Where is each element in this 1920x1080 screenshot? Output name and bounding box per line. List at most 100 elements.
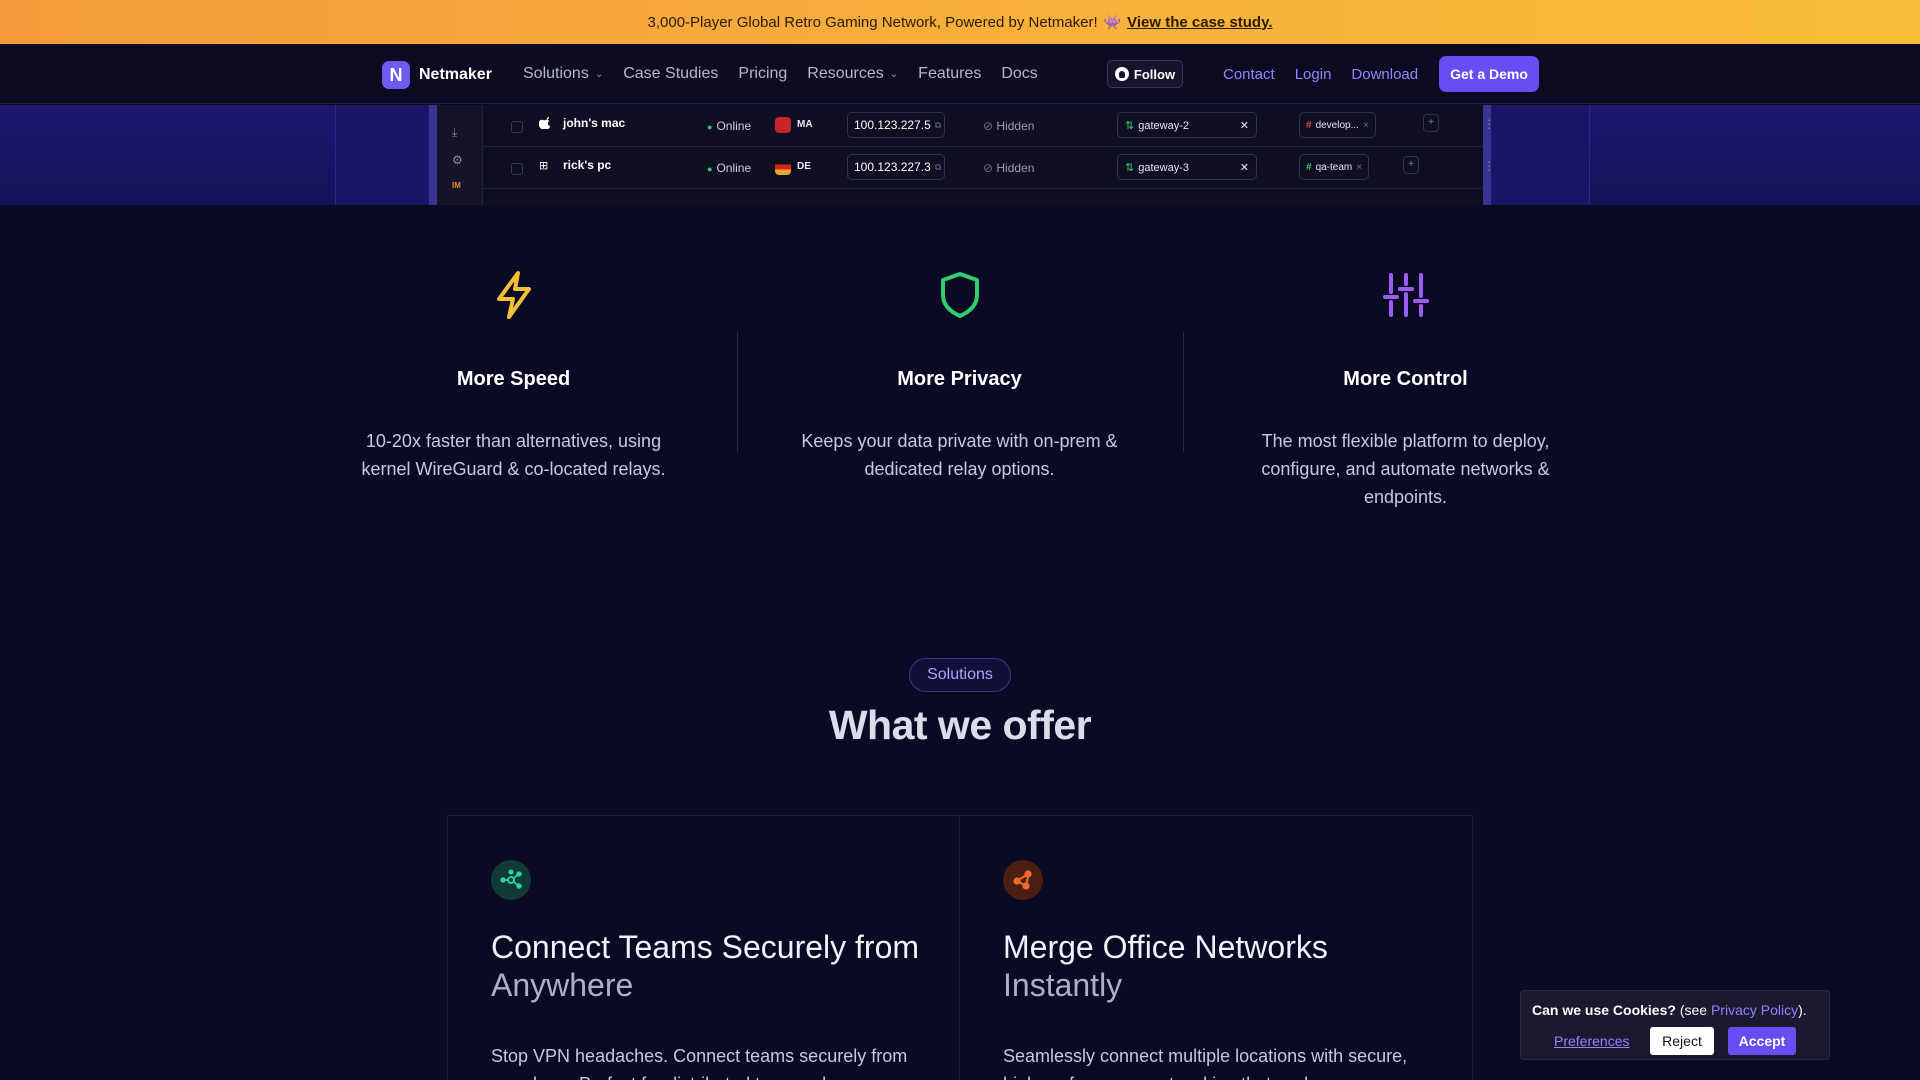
privacy-policy-link[interactable]: Privacy Policy (1711, 1002, 1798, 1018)
country-code: DE (797, 161, 811, 172)
feature-description: 10-20x faster than alternatives, using k… (361, 431, 666, 479)
row-checkbox[interactable] (511, 121, 523, 133)
add-tag-button[interactable]: + (1423, 114, 1439, 132)
apple-icon (538, 117, 551, 132)
arrows-icon: ⇅ (1125, 119, 1135, 132)
preview-sidebar: ⤓ ⚙ IM (437, 105, 483, 205)
gateway-select[interactable]: ⇅ gateway-3 ✕ (1117, 154, 1257, 180)
solution-title-muted: Anywhere (491, 967, 634, 1003)
tag-chip[interactable]: # qa-team × (1299, 154, 1370, 180)
chevron-down-icon: ⌄ (594, 68, 604, 80)
nav-pricing[interactable]: Pricing (738, 65, 787, 83)
sliders-icon (1183, 270, 1628, 330)
ip-text: 100.123.227.3 (854, 160, 931, 174)
ip-address[interactable]: 100.123.227.3 ⧉ (847, 154, 945, 180)
nav-case-studies[interactable]: Case Studies (623, 65, 718, 83)
solution-description: Stop VPN headaches. Connect teams secure… (491, 1046, 908, 1080)
gear-icon: ⚙ (452, 153, 463, 167)
solutions-cards: Connect Teams Securely from Anywhere Sto… (447, 815, 1473, 1080)
solutions-pill: Solutions (909, 658, 1011, 692)
cookie-preferences-link[interactable]: Preferences (1554, 1033, 1629, 1049)
solution-description: Seamlessly connect multiple locations wi… (1003, 1046, 1408, 1080)
close-icon[interactable]: ✕ (1240, 119, 1249, 132)
download-link[interactable]: Download (1351, 66, 1418, 83)
table-row: john's mac Online MA 100.123.227.5 ⧉ Hidd… (483, 105, 1495, 147)
close-icon[interactable]: × (1363, 120, 1369, 131)
top-nav: N Netmaker Solutions ⌄ Case Studies Pric… (0, 44, 1920, 104)
feature-privacy: More Privacy Keeps your data private wit… (737, 270, 1182, 483)
announcement-banner: 3,000-Player Global Retro Gaming Network… (0, 0, 1920, 44)
get-demo-button[interactable]: Get a Demo (1439, 56, 1539, 92)
cookie-close-paren: ). (1798, 1002, 1807, 1018)
cookie-question: Can we use Cookies? (see Privacy Policy)… (1532, 1002, 1807, 1018)
flag-icon (775, 159, 791, 175)
space-invader-emoji: 👾 (1103, 13, 1122, 30)
nav-docs-label: Docs (1001, 65, 1038, 82)
copy-icon[interactable]: ⧉ (935, 162, 941, 173)
login-link[interactable]: Login (1295, 66, 1332, 83)
nav-solutions[interactable]: Solutions ⌄ (523, 65, 603, 83)
github-follow-button[interactable]: Follow (1107, 60, 1183, 88)
nav-pricing-label: Pricing (738, 65, 788, 82)
solution-title: Connect Teams Securely from Anywhere (491, 928, 931, 1004)
country-code: MA (797, 119, 813, 130)
nav-resources[interactable]: Resources ⌄ (807, 65, 898, 83)
lightning-icon (291, 270, 736, 330)
github-icon (1114, 67, 1129, 81)
cookie-question-text: Can we use Cookies? (1532, 1002, 1676, 1018)
feature-description: Keeps your data private with on-prem & d… (801, 431, 1118, 479)
ip-text: 100.123.227.5 (854, 118, 931, 132)
more-options-icon[interactable]: ⋮ (1483, 159, 1495, 173)
flag-icon (775, 117, 791, 133)
device-status: Online (707, 119, 751, 133)
share-nodes-icon (1003, 860, 1043, 900)
cookie-banner: Can we use Cookies? (see Privacy Policy)… (1520, 990, 1830, 1060)
close-icon[interactable]: ✕ (1240, 161, 1249, 174)
solution-title-main: Merge Office Networks (1003, 929, 1328, 965)
solution-card-offices[interactable]: Merge Office Networks Instantly Seamless… (960, 816, 1472, 1080)
dashboard-preview: ⤓ ⚙ IM john's mac Online MA 100.123.227.… (429, 105, 1495, 205)
windows-icon: ⊞ (539, 160, 549, 172)
feature-title: More Privacy (897, 368, 1022, 390)
section-title: What we offer (828, 702, 1092, 748)
nav-features[interactable]: Features (918, 65, 981, 83)
nav-case-studies-label: Case Studies (623, 65, 719, 82)
main-menu: Solutions ⌄ Case Studies Pricing Resourc… (523, 44, 1038, 104)
badge-icon: IM (452, 181, 461, 190)
contact-link[interactable]: Contact (1223, 66, 1275, 83)
more-options-icon[interactable]: ⋮ (1483, 117, 1495, 131)
row-checkbox[interactable] (511, 163, 523, 175)
chevron-down-icon: ⌄ (889, 68, 899, 80)
network-nodes-icon (491, 860, 531, 900)
cookie-accept-button[interactable]: Accept (1728, 1027, 1796, 1055)
logo-text: Netmaker (419, 66, 492, 83)
nav-right-links: Contact Login Download (1223, 44, 1418, 104)
feature-speed: More Speed 10-20x faster than alternativ… (291, 270, 736, 483)
feature-title: More Speed (456, 368, 571, 390)
netmaker-logo[interactable]: N Netmaker (382, 61, 492, 89)
add-tag-button[interactable]: + (1403, 156, 1419, 174)
logo-mark-icon: N (382, 61, 410, 89)
solution-card-teams[interactable]: Connect Teams Securely from Anywhere Sto… (448, 816, 960, 1080)
visibility-status: Hidden (983, 119, 1034, 133)
ip-address[interactable]: 100.123.227.5 ⧉ (847, 112, 945, 138)
solution-title-main: Connect Teams Securely from (491, 929, 920, 965)
nav-docs[interactable]: Docs (1001, 65, 1037, 83)
close-icon[interactable]: × (1356, 162, 1362, 173)
hash-icon: # (1306, 161, 1312, 173)
arrows-icon: ⇅ (1125, 161, 1135, 174)
gateway-label: gateway-3 (1138, 161, 1189, 174)
tag-label: qa-team (1315, 161, 1353, 173)
solution-title-muted: Instantly (1003, 967, 1123, 1003)
copy-icon[interactable]: ⧉ (935, 120, 941, 131)
case-study-link[interactable]: View the case study. (1127, 14, 1272, 31)
shield-icon (737, 270, 1182, 330)
solution-title: Merge Office Networks Instantly (1003, 928, 1443, 1004)
cookie-reject-button[interactable]: Reject (1650, 1027, 1714, 1055)
visibility-status: Hidden (983, 161, 1034, 175)
tag-chip[interactable]: # develop... × (1299, 112, 1376, 138)
cookie-see-text: (see (1679, 1002, 1708, 1018)
gateway-select[interactable]: ⇅ gateway-2 ✕ (1117, 112, 1257, 138)
feature-title: More Control (1343, 368, 1468, 390)
feature-control: More Control The most flexible platform … (1183, 270, 1628, 511)
